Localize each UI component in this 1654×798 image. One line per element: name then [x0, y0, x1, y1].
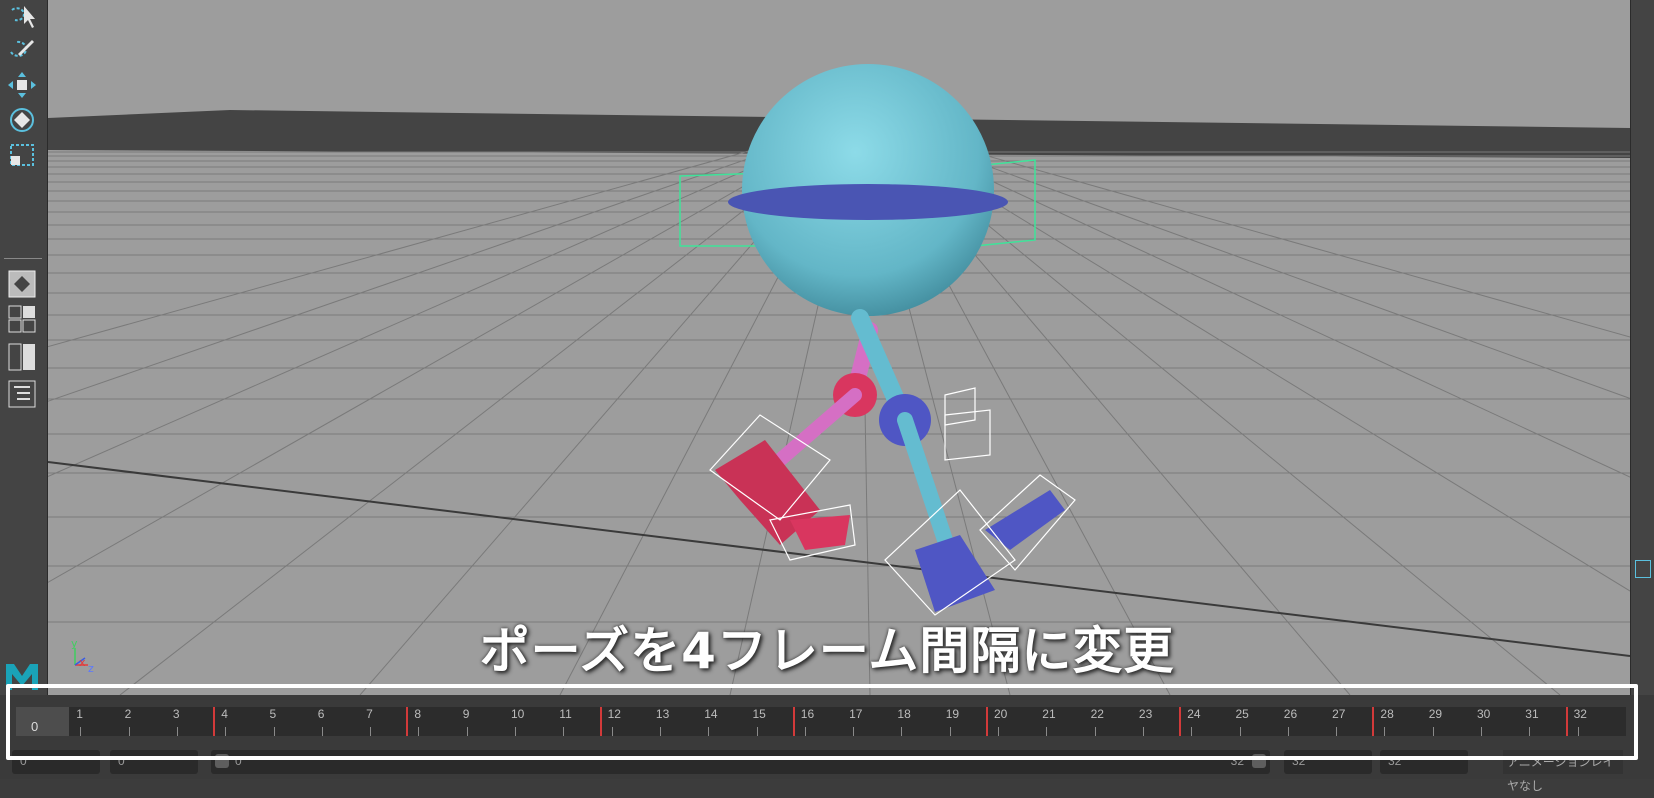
axis-y-label: y — [71, 637, 78, 650]
axis-z-label: z — [88, 662, 94, 675]
move-tool-icon[interactable] — [6, 70, 38, 100]
perspective-viewport[interactable]: ポーズを4フレーム間隔に変更 — [48, 0, 1630, 695]
four-view-layout-icon[interactable] — [8, 305, 36, 333]
scene-canvas — [48, 0, 1630, 695]
right-side-panel — [1630, 0, 1654, 695]
rotate-tool-icon[interactable] — [6, 105, 38, 135]
belt-ring[interactable] — [728, 184, 1008, 220]
axis-x-label: x — [79, 656, 86, 669]
scale-tool-icon[interactable] — [6, 140, 38, 170]
single-view-layout-icon[interactable] — [8, 270, 36, 298]
tool-box — [0, 0, 48, 695]
outliner-icon[interactable] — [8, 380, 36, 408]
paint-select-icon[interactable] — [6, 34, 38, 64]
timeline-highlight-frame — [6, 684, 1638, 760]
instruction-caption: ポーズを4フレーム間隔に変更 — [479, 622, 1175, 680]
toolbar-divider — [4, 258, 42, 259]
two-view-layout-icon[interactable] — [8, 343, 36, 371]
select-arrow-icon[interactable] — [6, 2, 38, 32]
panel-toggle-icon[interactable] — [1635, 560, 1651, 578]
